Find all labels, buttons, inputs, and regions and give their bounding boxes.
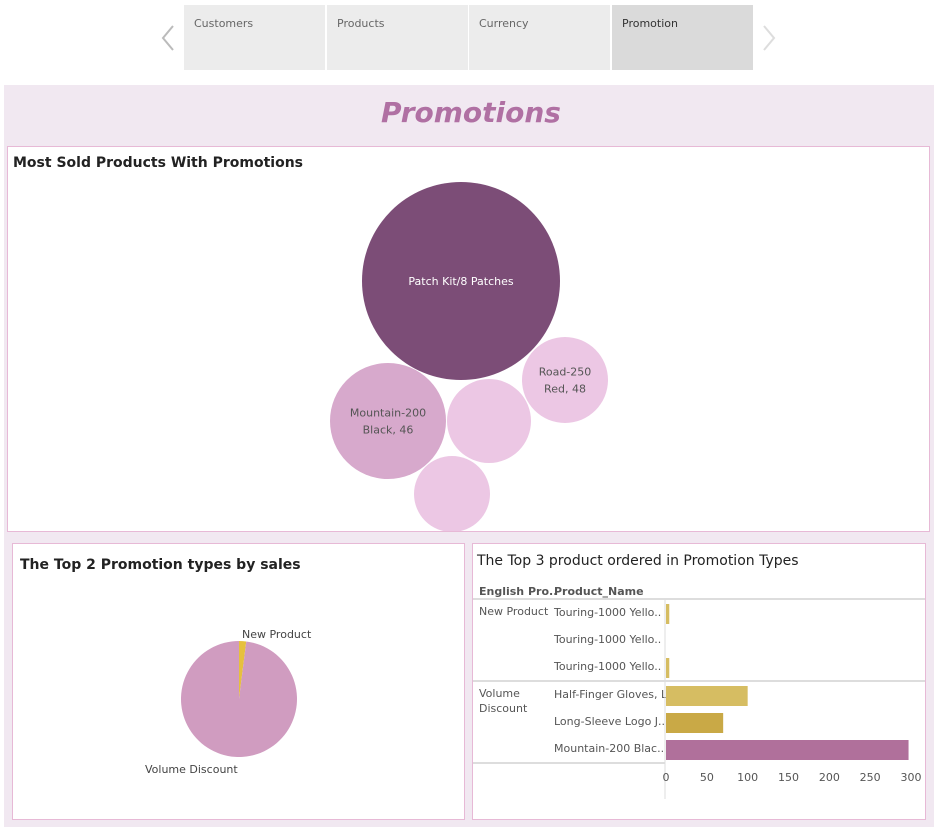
bubble-label: Patch Kit/8 Patches xyxy=(408,275,513,288)
pie-label: New Product xyxy=(242,628,312,641)
axis-tick-label: 150 xyxy=(778,771,799,784)
bubble[interactable] xyxy=(522,337,608,423)
bubble-label: Mountain-200 xyxy=(350,407,426,420)
pie-chart-panel: The Top 2 Promotion types by sales New P… xyxy=(12,543,465,820)
bubble[interactable] xyxy=(414,456,490,531)
bubble[interactable] xyxy=(330,363,446,479)
tab-currency[interactable]: Currency xyxy=(469,5,610,70)
bar[interactable] xyxy=(666,740,909,760)
tab-customers[interactable]: Customers xyxy=(184,5,325,70)
axis-tick-label: 200 xyxy=(819,771,840,784)
bar[interactable] xyxy=(666,686,748,706)
next-arrow-icon[interactable] xyxy=(757,20,781,56)
pie-label: Volume Discount xyxy=(145,763,238,776)
axis-tick-label: 100 xyxy=(737,771,758,784)
bubble-label: Road-250 xyxy=(539,366,592,379)
tab-label: Promotion xyxy=(622,17,678,30)
tab-label: Products xyxy=(337,17,385,30)
prev-arrow-icon[interactable] xyxy=(156,20,180,56)
tab-promotion[interactable]: Promotion xyxy=(612,5,753,70)
pie-chart: New Product Volume Discount xyxy=(145,628,312,776)
bubble-label: Black, 46 xyxy=(363,424,414,437)
bubble-chart-panel: Most Sold Products With Promotions Patch… xyxy=(7,146,930,532)
bar[interactable] xyxy=(666,713,724,733)
bubble-label: Red, 48 xyxy=(544,383,586,396)
tab-label: Currency xyxy=(479,17,529,30)
bubble[interactable] xyxy=(447,379,531,463)
tab-label: Customers xyxy=(194,17,254,30)
bar-chart-panel: The Top 3 product ordered in Promotion T… xyxy=(472,543,926,820)
bar[interactable] xyxy=(666,604,670,624)
bubble-chart: Patch Kit/8 Patches Mountain-200 Black, 46… xyxy=(330,182,608,531)
axis-tick-label: 250 xyxy=(860,771,881,784)
axis-tick-label: 50 xyxy=(700,771,714,784)
bar-chart: 0 50 100 150 200 250 300 xyxy=(473,598,925,799)
axis-tick-label: 0 xyxy=(663,771,670,784)
axis-tick-label: 300 xyxy=(901,771,922,784)
dashboard-title: Promotions xyxy=(381,96,561,129)
bar[interactable] xyxy=(666,658,670,678)
tab-products[interactable]: Products xyxy=(327,5,468,70)
